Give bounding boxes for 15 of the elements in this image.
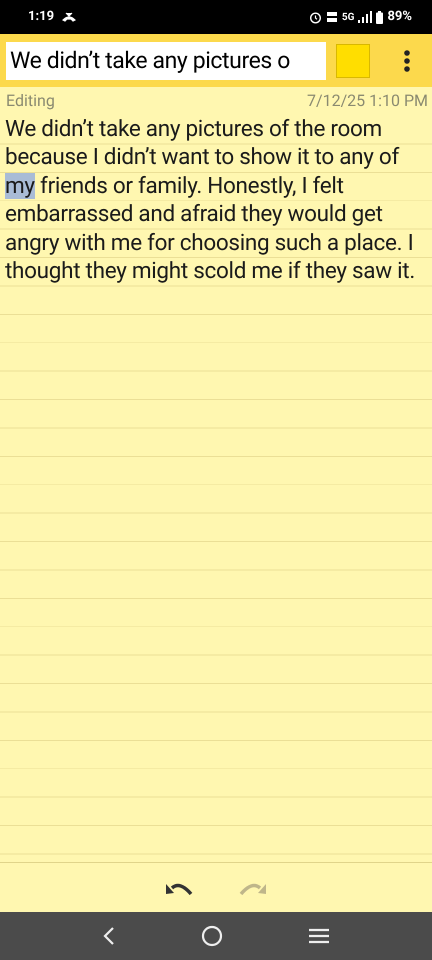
color-swatch[interactable] — [336, 44, 370, 78]
battery-icon — [376, 10, 384, 24]
network-type: 5G — [342, 10, 354, 24]
note-date: 7/12/25 1:10 PM — [306, 90, 428, 112]
back-icon[interactable] — [103, 926, 115, 946]
note-text[interactable]: We didn’t take any pictures of the room because I didn’t want to show it to any of my friends or family. Honestly, I felt embarrassed and afraid they would get angry with me for choosing such a place. I thought they might scold me if they saw it. — [5, 115, 427, 286]
mode-label: Editing — [6, 90, 55, 112]
battery-level: 89% — [387, 8, 412, 26]
signal-icon — [358, 11, 372, 23]
status-time: 1:19 — [28, 8, 54, 26]
home-icon[interactable] — [201, 925, 223, 947]
more-icon — [404, 50, 410, 72]
alarm-icon — [308, 10, 322, 24]
title-field[interactable]: We didn’t take any pictures o — [6, 42, 326, 80]
recents-icon[interactable] — [309, 928, 329, 944]
